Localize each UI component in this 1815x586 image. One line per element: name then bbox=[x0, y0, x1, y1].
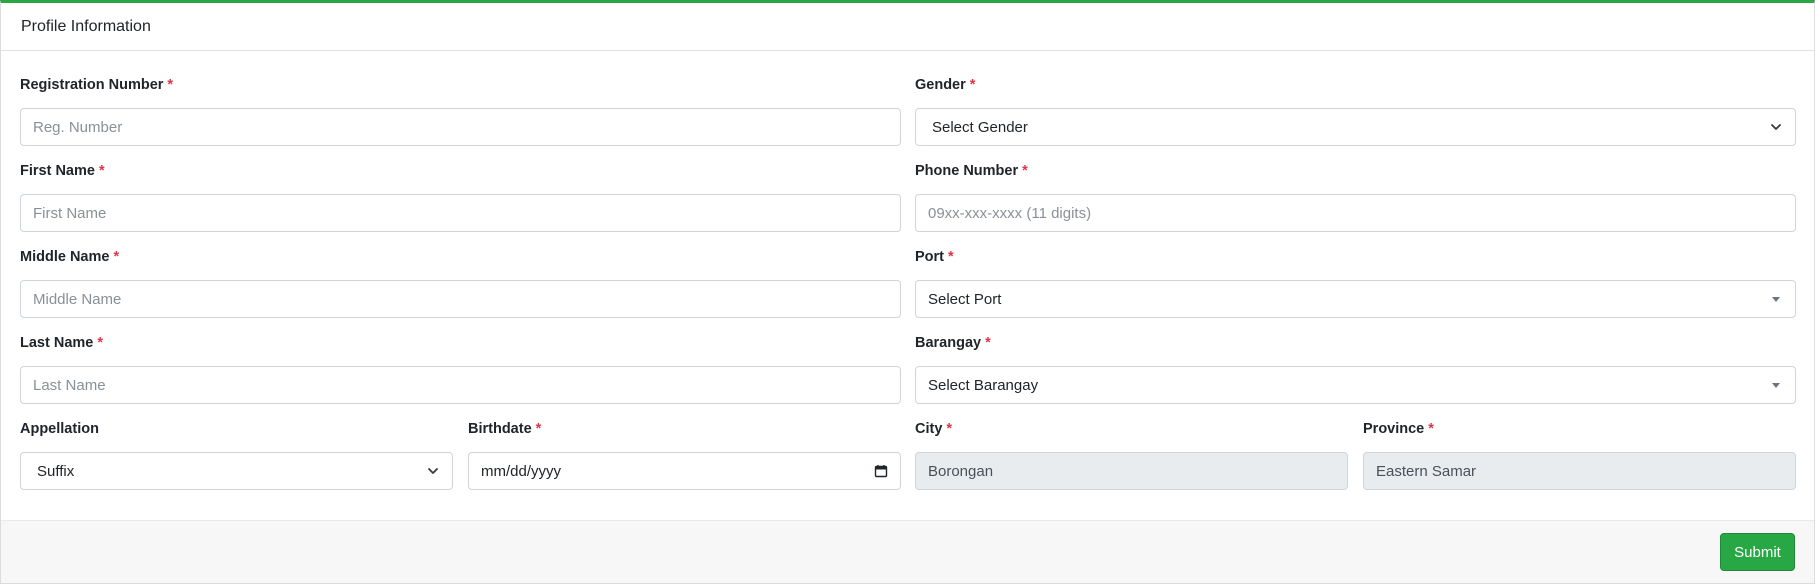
required-marker: * bbox=[969, 77, 976, 93]
port-field: Port * Select Port bbox=[915, 249, 1796, 318]
birthdate-input[interactable]: mm/dd/yyyy bbox=[468, 452, 901, 490]
required-marker: * bbox=[948, 249, 954, 265]
phone-number-field: Phone Number * 09xx-xxx-xxxx (11 digits) bbox=[915, 163, 1796, 232]
port-label: Port * bbox=[915, 249, 954, 265]
birthdate-field: Birthdate * mm/dd/yyyy bbox=[468, 421, 901, 490]
phone-number-input[interactable]: 09xx-xxx-xxxx (11 digits) bbox=[915, 194, 1796, 232]
birthdate-label: Birthdate * bbox=[468, 421, 542, 437]
first-name-field: First Name * First Name bbox=[20, 163, 901, 232]
gender-select[interactable]: Select Gender bbox=[915, 108, 1796, 146]
registration-number-label: Registration Number * bbox=[20, 77, 174, 93]
caret-down-icon bbox=[1769, 378, 1783, 392]
gender-label: Gender * bbox=[915, 77, 976, 93]
first-name-input[interactable]: First Name bbox=[20, 194, 901, 232]
registration-number-input[interactable]: Reg. Number bbox=[20, 108, 901, 146]
phone-number-label: Phone Number * bbox=[915, 163, 1028, 179]
middle-name-label: Middle Name * bbox=[20, 249, 120, 265]
required-marker: * bbox=[113, 249, 120, 265]
last-name-field: Last Name * Last Name bbox=[20, 335, 901, 404]
required-marker: * bbox=[167, 77, 174, 93]
required-marker: * bbox=[946, 421, 953, 437]
required-marker: * bbox=[97, 335, 103, 351]
profile-information-card: Profile Information Registration Number *… bbox=[0, 0, 1815, 584]
gender-field: Gender * Select Gender bbox=[915, 77, 1796, 146]
middle-name-input[interactable]: Middle Name bbox=[20, 280, 901, 318]
barangay-select[interactable]: Select Barangay bbox=[915, 366, 1796, 404]
card-title: Profile Information bbox=[21, 18, 151, 35]
card-footer: Submit bbox=[1, 520, 1814, 583]
appellation-select[interactable]: Suffix bbox=[20, 452, 453, 490]
required-marker: * bbox=[98, 163, 105, 179]
calendar-icon[interactable] bbox=[874, 464, 888, 478]
required-marker: * bbox=[1022, 163, 1028, 179]
port-select[interactable]: Select Port bbox=[915, 280, 1796, 318]
last-name-label: Last Name * bbox=[20, 335, 103, 351]
appellation-field: Appellation Suffix bbox=[20, 421, 453, 490]
required-marker: * bbox=[535, 421, 542, 437]
province-label: Province * bbox=[1363, 421, 1434, 437]
last-name-input[interactable]: Last Name bbox=[20, 366, 901, 404]
required-marker: * bbox=[1428, 421, 1434, 437]
city-label: City * bbox=[915, 421, 953, 437]
required-marker: * bbox=[985, 335, 991, 351]
city-input: Borongan bbox=[915, 452, 1348, 490]
city-field: City * Borongan bbox=[915, 421, 1348, 490]
appellation-label: Appellation bbox=[20, 421, 99, 437]
caret-down-icon bbox=[1769, 292, 1783, 306]
barangay-label: Barangay * bbox=[915, 335, 991, 351]
barangay-field: Barangay * Select Barangay bbox=[915, 335, 1796, 404]
province-input: Eastern Samar bbox=[1363, 452, 1796, 490]
middle-name-field: Middle Name * Middle Name bbox=[20, 249, 901, 318]
province-field: Province * Eastern Samar bbox=[1363, 421, 1796, 490]
chevron-down-icon bbox=[1769, 120, 1783, 134]
registration-number-field: Registration Number * Reg. Number bbox=[20, 77, 901, 146]
chevron-down-icon bbox=[426, 464, 440, 478]
first-name-label: First Name * bbox=[20, 163, 105, 179]
submit-button[interactable]: Submit bbox=[1720, 533, 1795, 571]
card-header: Profile Information bbox=[1, 3, 1814, 51]
profile-form: Registration Number * Reg. Number Gender *… bbox=[1, 51, 1814, 521]
